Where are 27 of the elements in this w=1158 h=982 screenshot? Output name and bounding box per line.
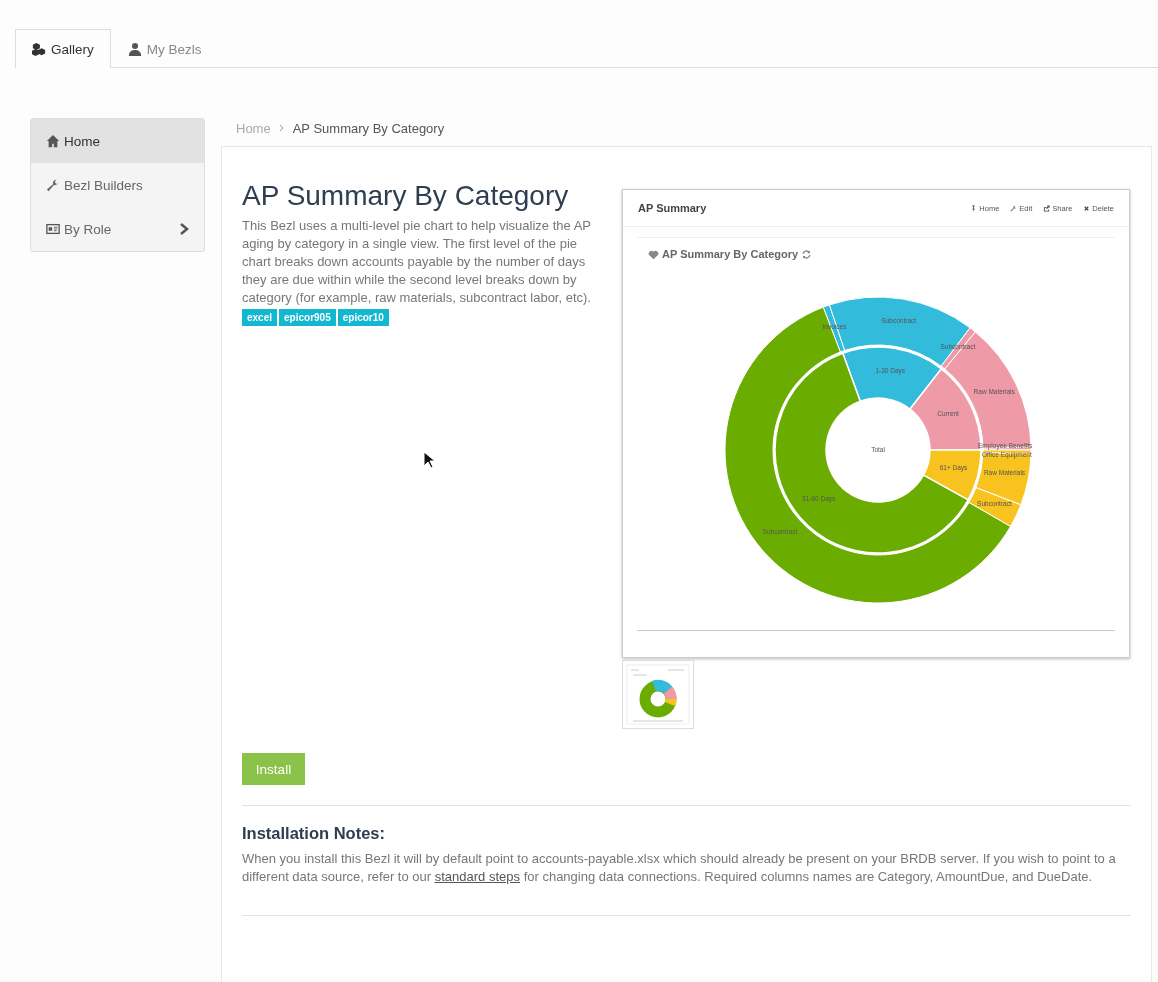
mouse-cursor-icon xyxy=(423,451,435,469)
wrench-icon xyxy=(1010,204,1018,212)
user-icon xyxy=(127,42,142,56)
sidebar-item[interactable]: By Role xyxy=(31,207,204,251)
widget-title: AP Summary xyxy=(638,202,707,214)
id-card-icon xyxy=(46,222,60,236)
chevron-right-icon xyxy=(278,124,285,132)
breadcrumb-item: AP Summary By Category xyxy=(292,120,445,136)
tab[interactable]: Gallery xyxy=(15,29,111,68)
page-title: AP Summary By Category xyxy=(242,180,570,212)
tab[interactable]: My Bezls xyxy=(110,29,219,68)
sidebar-item[interactable]: Home xyxy=(31,119,204,163)
close-icon xyxy=(1083,204,1091,212)
home-icon xyxy=(46,134,60,148)
cubes-icon xyxy=(32,42,46,56)
sidebar-item[interactable]: Bezl Builders xyxy=(31,163,204,207)
share-icon xyxy=(1043,204,1051,212)
chart-title: AP Summary By Category xyxy=(662,248,799,260)
standard-steps-link[interactable]: standard steps xyxy=(434,869,520,884)
wrench-icon xyxy=(46,178,60,192)
pin-icon xyxy=(970,204,978,212)
heart-icon xyxy=(648,248,659,260)
thumbnail-drawing[interactable] xyxy=(622,660,694,729)
section-heading: Installation Notes: xyxy=(242,824,386,843)
refresh-icon[interactable] xyxy=(801,248,813,260)
description: This Bezl uses a multi-level pie chart to help visualize the AP aging by category in a single view. The first level of the pie chart breaks down accounts payable by the number of days they are due within while the second level breaks down by category (for example, raw materials, subcontract labor, etc). xyxy=(242,217,592,307)
installation-notes: When you install this Bezl it will by default point to accounts-payable.xlsx which should already be present on your BRDB server. If you wish to point to a different data source, refer to our standard steps for changing data connections. Required columns names are Category, AmountDue, and DueDate. xyxy=(242,850,1117,886)
